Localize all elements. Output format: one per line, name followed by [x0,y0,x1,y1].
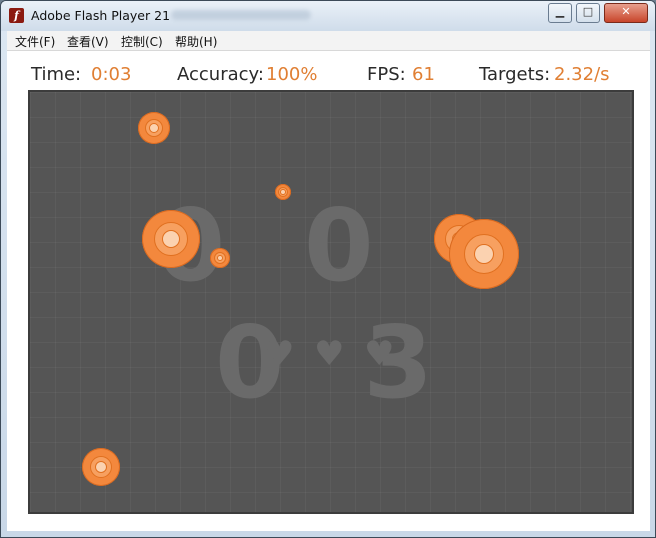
life-heart-icon: ♥ [364,334,395,374]
life-heart-icon: ♥ [314,334,345,374]
fps-label: FPS: [367,64,406,85]
flash-app-icon: f [9,8,24,23]
menu-bar: 文件(F) 查看(V) 控制(C) 帮助(H) [7,31,650,51]
maximize-button[interactable]: □ [576,3,600,23]
minimize-button[interactable]: ▁ [548,3,572,23]
window-title: Adobe Flash Player 21 [31,8,171,23]
life-heart-icon: ♥ [264,334,295,374]
target-circle[interactable] [82,448,120,486]
target-circle[interactable] [210,248,230,268]
time-label: Time: [31,64,82,85]
game-arena[interactable]: 0 0 : 0 3 ♥ ♥ ♥ [28,90,634,514]
accuracy-value: 100% [266,64,318,85]
accuracy-label: Accuracy: [177,64,264,85]
target-circle[interactable] [142,210,200,268]
menu-view[interactable]: 查看(V) [67,33,109,50]
target-circle[interactable] [449,219,519,289]
targets-label: Targets: [479,64,551,85]
menu-help[interactable]: 帮助(H) [175,33,217,50]
time-value: 0:03 [91,64,132,85]
menu-control[interactable]: 控制(C) [121,33,163,50]
target-circle[interactable] [275,184,291,200]
fps-value: 61 [412,64,435,85]
menu-file[interactable]: 文件(F) [15,33,55,50]
close-button[interactable]: ✕ [604,3,648,23]
targets-value: 2.32/s [554,64,610,85]
flash-player-window: f Adobe Flash Player 21 ▁ □ ✕ 文件(F) 查看(V… [0,0,656,538]
target-circle[interactable] [138,112,170,144]
blurred-file-path [171,10,311,20]
game-stage: Time: 0:03 Accuracy: 100% FPS: 61 Target… [7,51,650,531]
title-bar: f Adobe Flash Player 21 ▁ □ ✕ [1,1,655,31]
